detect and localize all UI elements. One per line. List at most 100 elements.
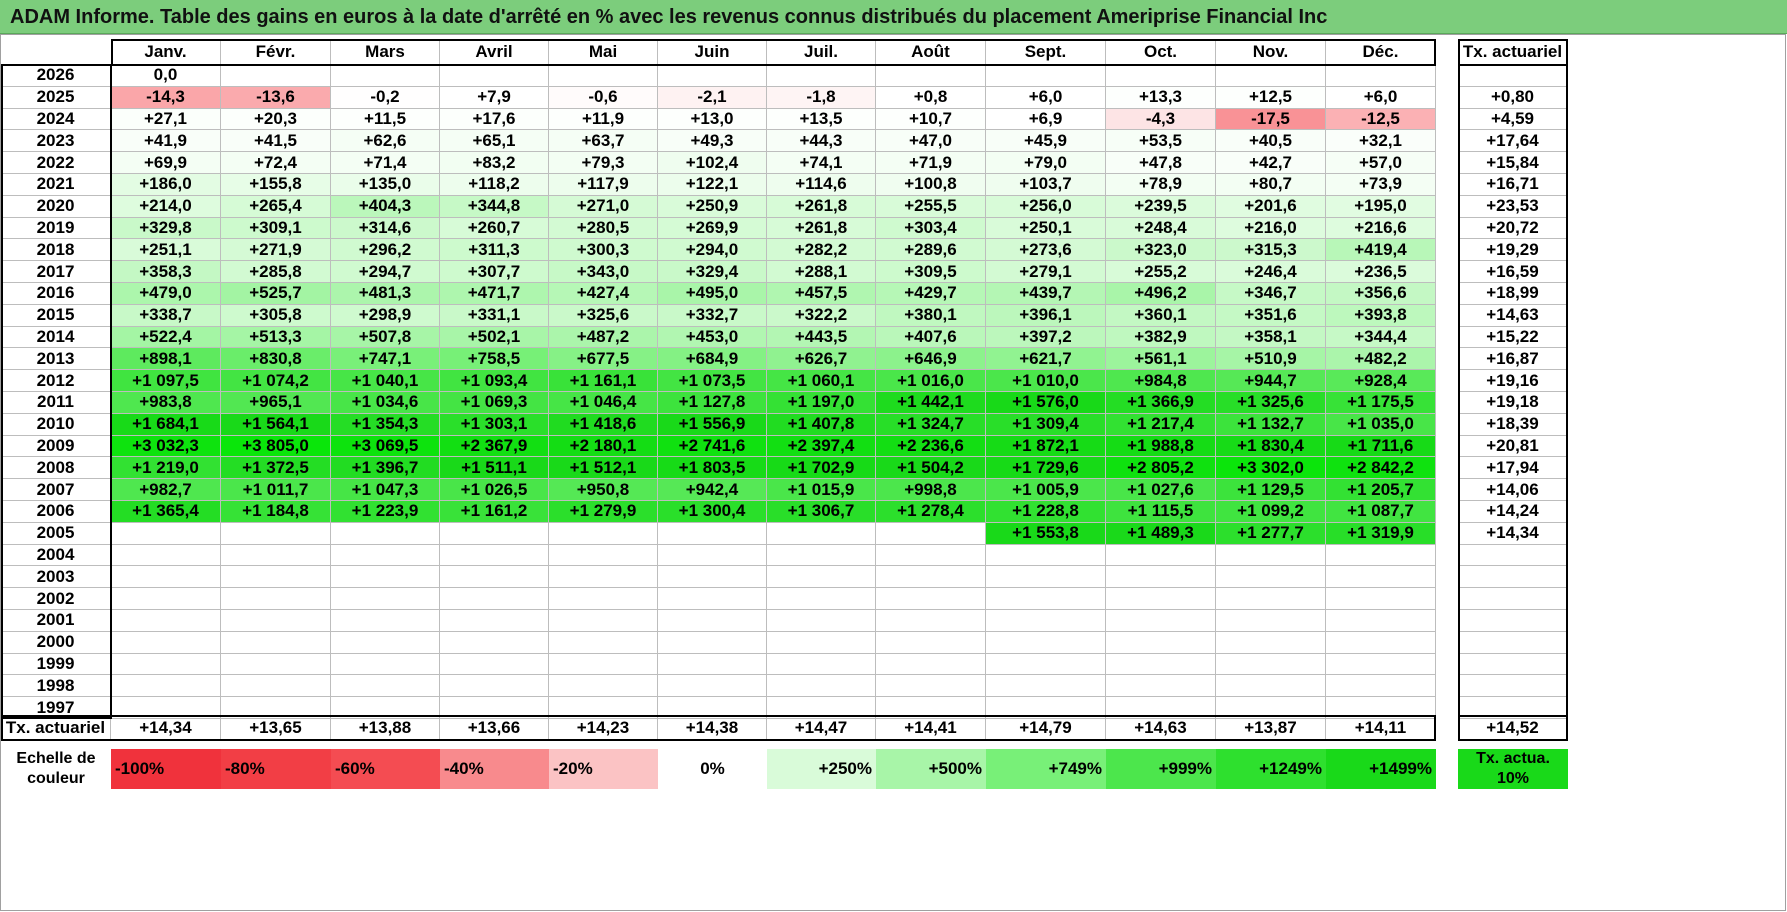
gain-cell: [767, 65, 876, 87]
gain-cell: [1216, 631, 1326, 654]
gain-cell: -13,6: [221, 86, 331, 109]
gain-cell: +1 556,9: [658, 413, 767, 436]
gain-cell: +135,0: [331, 174, 440, 196]
gain-cell: +47,8: [1106, 152, 1216, 174]
month-header: Juil.: [767, 39, 876, 65]
gain-cell: [986, 65, 1106, 87]
gain-cell: [111, 610, 221, 632]
annual-rate-cell: +19,18: [1458, 392, 1568, 414]
gain-cell: +343,0: [549, 261, 658, 283]
gain-cell: +1 684,1: [111, 413, 221, 436]
gain-cell: [549, 588, 658, 610]
gain-cell: +325,6: [549, 304, 658, 327]
year-label: 2019: [1, 217, 111, 240]
gain-cell: +20,3: [221, 108, 331, 131]
gain-cell: +2 236,6: [876, 435, 986, 458]
gain-cell: [221, 522, 331, 545]
year-label: 2014: [1, 326, 111, 349]
gain-cell: +315,3: [1216, 239, 1326, 262]
gain-cell: [111, 675, 221, 698]
gain-cell: [658, 544, 767, 567]
year-label: 2016: [1, 283, 111, 305]
gain-cell: +41,9: [111, 130, 221, 153]
color-scale-swatch: -20%: [549, 749, 658, 789]
gain-cell: +265,4: [221, 195, 331, 218]
summary-rate-cell: +14,34: [111, 715, 221, 741]
gain-cell: +1 279,9: [549, 501, 658, 523]
gain-cell: +747,1: [331, 348, 440, 371]
gain-cell: +251,1: [111, 239, 221, 262]
year-label: 1999: [1, 653, 111, 676]
gain-cell: +998,8: [876, 479, 986, 501]
gain-cell: +1 553,8: [986, 522, 1106, 545]
gain-cell: +482,2: [1326, 348, 1436, 371]
gain-cell: -0,6: [549, 86, 658, 109]
gain-cell: [549, 566, 658, 589]
gain-cell: +7,9: [440, 86, 549, 109]
gain-cell: [986, 544, 1106, 567]
month-header: Janv.: [111, 39, 221, 65]
gain-cell: +429,7: [876, 283, 986, 305]
gain-cell: +984,8: [1106, 370, 1216, 392]
annual-rate-cell: [1458, 653, 1568, 676]
gain-cell: [440, 566, 549, 589]
gain-cell: +13,3: [1106, 86, 1216, 109]
gain-cell: [876, 522, 986, 545]
gain-cell: +239,5: [1106, 195, 1216, 218]
gain-cell: [1326, 65, 1436, 87]
gain-cell: +17,6: [440, 108, 549, 131]
gain-cell: +646,9: [876, 348, 986, 371]
gain-cell: +269,9: [658, 217, 767, 240]
gain-cell: +3 805,0: [221, 435, 331, 458]
annual-rate-cell: +16,71: [1458, 174, 1568, 196]
year-label: 2024: [1, 108, 111, 131]
gain-cell: +271,9: [221, 239, 331, 262]
gain-cell: +3 069,5: [331, 435, 440, 458]
gain-cell: +186,0: [111, 174, 221, 196]
gain-cell: [658, 65, 767, 87]
gain-cell: [1106, 588, 1216, 610]
color-scale-swatch: +749%: [986, 749, 1106, 789]
gain-cell: [549, 65, 658, 87]
gain-cell: +65,1: [440, 130, 549, 153]
gain-cell: +358,3: [111, 261, 221, 283]
gain-cell: +983,8: [111, 392, 221, 414]
gain-cell: +255,5: [876, 195, 986, 218]
gain-cell: +1 324,7: [876, 413, 986, 436]
gain-cell: +965,1: [221, 392, 331, 414]
gain-cell: [1326, 544, 1436, 567]
annual-rate-cell: [1458, 631, 1568, 654]
gain-cell: +1 319,9: [1326, 522, 1436, 545]
color-scale-swatch: +250%: [767, 749, 876, 789]
color-scale-label: Echelle de couleur: [16, 750, 96, 787]
gain-cell: +1 217,4: [1106, 413, 1216, 436]
summary-rate-cell: +14,23: [549, 715, 658, 741]
gain-cell: +481,3: [331, 283, 440, 305]
gain-cell: +495,0: [658, 283, 767, 305]
year-label: 2025: [1, 86, 111, 109]
gain-cell: +1 407,8: [767, 413, 876, 436]
gain-cell: [221, 675, 331, 698]
gain-cell: [1106, 653, 1216, 676]
gain-cell: [549, 522, 658, 545]
gain-cell: [1216, 566, 1326, 589]
gain-cell: +1 073,5: [658, 370, 767, 392]
gain-cell: [876, 610, 986, 632]
gain-cell: +44,3: [767, 130, 876, 153]
gain-cell: +285,8: [221, 261, 331, 283]
gain-cell: +510,9: [1216, 348, 1326, 371]
gain-cell: +1 512,1: [549, 457, 658, 480]
gain-cell: +3 032,3: [111, 435, 221, 458]
gain-cell: [549, 610, 658, 632]
gain-cell: -1,8: [767, 86, 876, 109]
gain-cell: [1216, 65, 1326, 87]
gain-cell: +255,2: [1106, 261, 1216, 283]
gain-cell: +2 741,6: [658, 435, 767, 458]
gain-cell: +3 302,0: [1216, 457, 1326, 480]
annual-rate-cell: +17,64: [1458, 130, 1568, 153]
gain-cell: [440, 522, 549, 545]
year-label: 2008: [1, 457, 111, 480]
gain-cell: -12,5: [1326, 108, 1436, 131]
gain-cell: [111, 544, 221, 567]
year-label: 1998: [1, 675, 111, 698]
